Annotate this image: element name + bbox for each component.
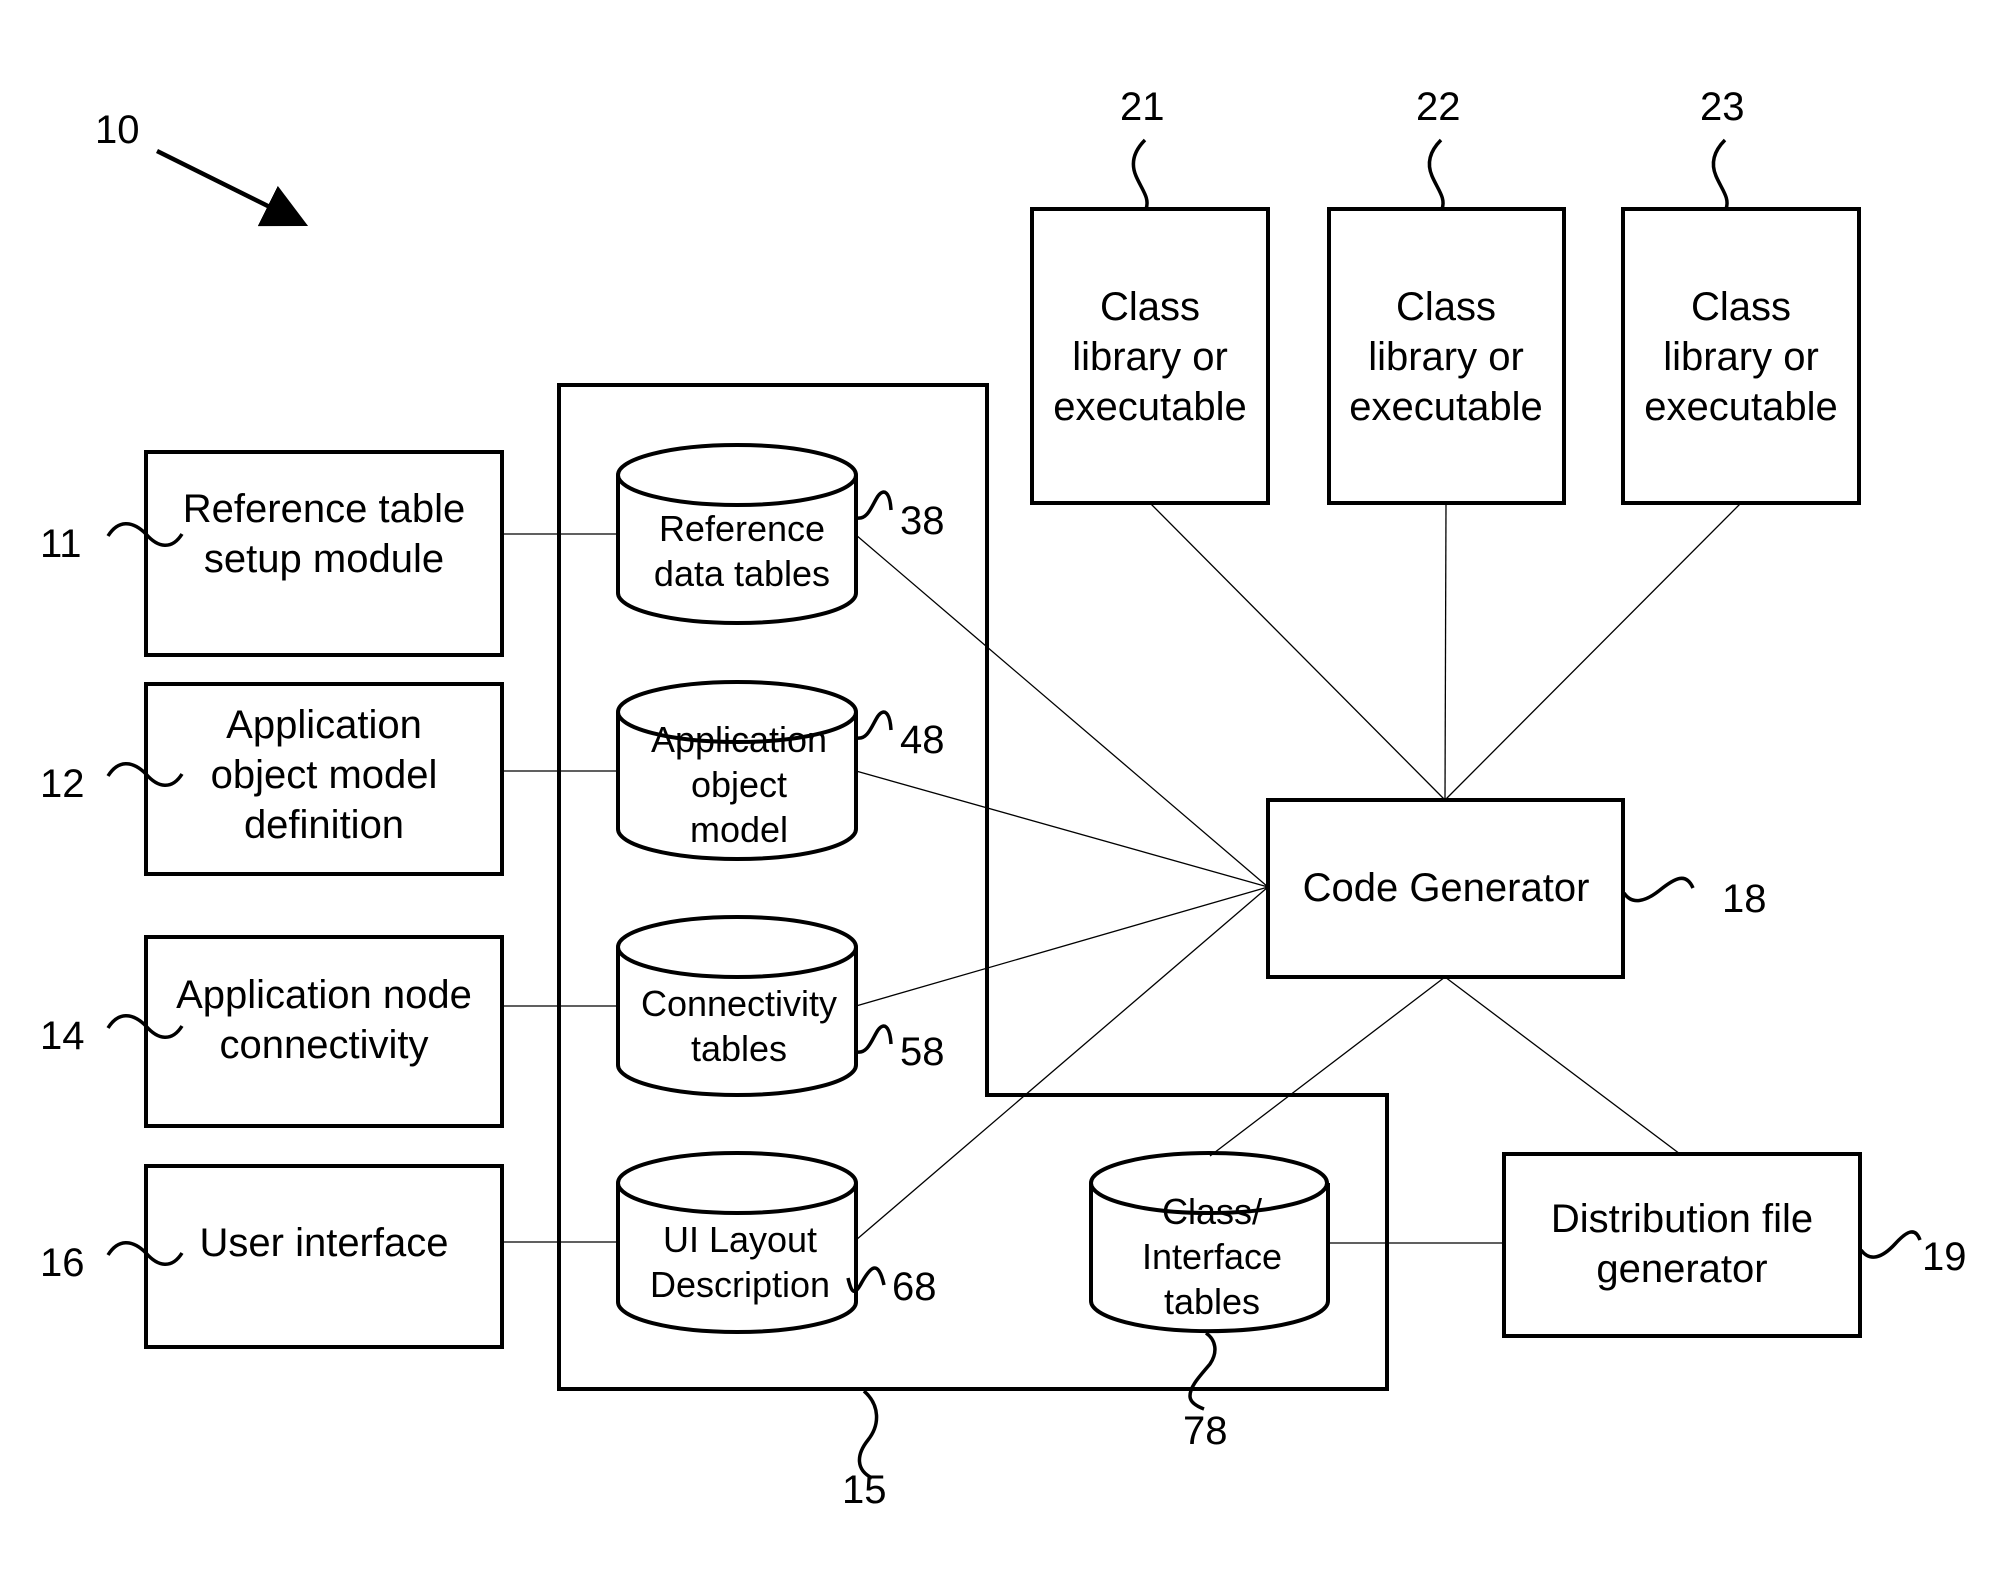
connector-22-18	[1444, 502, 1447, 801]
store-48-reference: 48	[900, 718, 945, 762]
store-48-line-1: Application	[651, 719, 827, 760]
input-11-line-1: Reference table	[183, 487, 465, 531]
output-21-line-1: Class	[1100, 285, 1200, 329]
store-38-line-1: Reference	[659, 508, 825, 549]
store-78-line-3: tables	[1164, 1281, 1260, 1322]
code-generator-reference: 18	[1722, 877, 1767, 921]
input-box-14: Application node connectivity	[144, 935, 504, 1128]
input-box-11: Reference table setup module	[144, 450, 504, 657]
output-22-line-3: executable	[1349, 385, 1542, 429]
input-11-line-2: setup module	[204, 537, 444, 581]
connector-38-18	[855, 534, 1269, 888]
store-cylinder-68: UI Layout Description	[616, 1151, 858, 1334]
store-78-leader	[1188, 1331, 1217, 1411]
distribution-line-2: generator	[1596, 1247, 1767, 1291]
output-23-line-3: executable	[1644, 385, 1837, 429]
store-68-reference: 68	[892, 1265, 937, 1309]
store-58-leader	[856, 1024, 893, 1054]
store-48-leader	[856, 710, 893, 740]
output-box-22: Class library or executable	[1327, 207, 1566, 505]
code-generator-leader	[1622, 876, 1695, 903]
input-box-12: Application object model definition	[144, 682, 504, 876]
output-21-line-3: executable	[1053, 385, 1246, 429]
store-cylinder-38: Reference data tables	[616, 443, 858, 625]
input-16-line-1: User interface	[200, 1221, 449, 1265]
connector-58-18	[855, 886, 1269, 1007]
container-leader	[857, 1389, 879, 1480]
store-48-line-2: object	[691, 764, 787, 805]
connector-18-78	[1209, 976, 1446, 1157]
figure-arrow-icon	[155, 148, 309, 227]
store-58-reference: 58	[900, 1030, 945, 1074]
output-22-line-2: library or	[1368, 335, 1524, 379]
store-78-line-2: Interface	[1142, 1236, 1282, 1277]
input-12-reference: 12	[40, 762, 85, 806]
output-22-leader	[1427, 138, 1445, 210]
input-12-line-2: object model	[211, 753, 438, 797]
input-box-16: User interface	[144, 1164, 504, 1349]
distribution-leader	[1859, 1230, 1922, 1259]
code-generator-box: Code Generator	[1266, 798, 1625, 979]
output-23-reference: 23	[1700, 85, 1745, 129]
input-12-line-1: Application	[226, 703, 422, 747]
container-reference-label: 15	[842, 1468, 887, 1512]
store-48-line-3: model	[690, 809, 788, 850]
code-generator-label: Code Generator	[1303, 866, 1590, 910]
distribution-line-1: Distribution file	[1551, 1197, 1813, 1241]
store-38-leader	[856, 490, 893, 520]
output-box-23: Class library or executable	[1621, 207, 1861, 505]
store-cylinder-58: Connectivity tables	[616, 915, 858, 1097]
system-diagram: 10 15 Reference table setup module 11 Ap…	[40, 85, 1967, 1512]
output-22-line-1: Class	[1396, 285, 1496, 329]
distribution-generator-box: Distribution file generator	[1502, 1152, 1862, 1338]
input-11-reference: 11	[40, 522, 82, 566]
input-14-line-2: connectivity	[220, 1023, 429, 1067]
store-cylinder-78: Class/ Interface tables	[1089, 1151, 1330, 1334]
store-58-line-1: Connectivity	[641, 983, 837, 1024]
output-23-line-1: Class	[1691, 285, 1791, 329]
store-58-line-2: tables	[691, 1028, 787, 1069]
store-cylinder-48: Application object model	[616, 680, 858, 861]
output-21-leader	[1131, 138, 1149, 210]
figure-reference-label: 10	[95, 108, 140, 152]
connector-18-19	[1444, 976, 1681, 1155]
input-12-line-3: definition	[244, 803, 404, 847]
connector-23-18	[1444, 502, 1742, 801]
store-68-line-1: UI Layout	[663, 1219, 817, 1260]
connector-48-18	[855, 770, 1269, 888]
store-68-leader	[846, 1266, 886, 1293]
input-14-line-1: Application node	[176, 973, 472, 1017]
store-68-line-2: Description	[650, 1264, 830, 1305]
store-78-line-1: Class/	[1162, 1191, 1262, 1232]
distribution-reference: 19	[1922, 1235, 1967, 1279]
output-23-line-2: library or	[1663, 335, 1819, 379]
input-16-reference: 16	[40, 1241, 85, 1285]
store-38-reference: 38	[900, 499, 945, 543]
input-14-reference: 14	[40, 1014, 85, 1058]
connector-21-18	[1149, 502, 1446, 801]
store-78-reference: 78	[1183, 1409, 1228, 1453]
output-23-leader	[1711, 138, 1729, 210]
output-22-reference: 22	[1416, 85, 1461, 129]
output-21-reference: 21	[1120, 85, 1165, 129]
store-38-line-2: data tables	[654, 553, 830, 594]
output-21-line-2: library or	[1072, 335, 1228, 379]
output-box-21: Class library or executable	[1030, 207, 1270, 505]
